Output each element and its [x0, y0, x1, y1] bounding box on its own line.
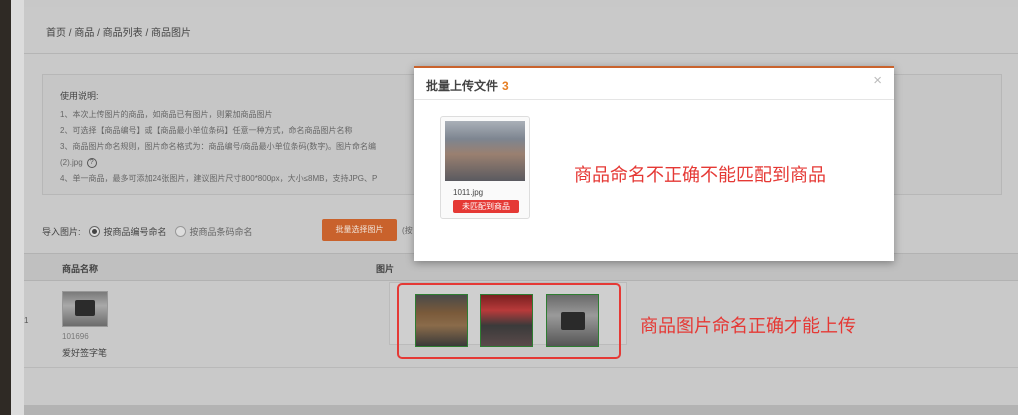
product-thumbnail — [62, 291, 108, 327]
breadcrumb: 首页 / 商品 / 商品列表 / 商品图片 — [46, 28, 192, 39]
batch-select-images-button[interactable]: 批量选择图片 — [322, 219, 397, 241]
uploaded-file-card[interactable]: 1011.jpg 未匹配到商品 — [440, 116, 530, 219]
radio-name-by-barcode[interactable]: 按商品条码命名 — [174, 225, 253, 238]
file-preview-image — [445, 121, 525, 181]
batch-tip: (按 — [402, 226, 413, 235]
import-row: 导入图片: 按商品编号命名 按商品条码命名 — [42, 219, 253, 243]
row-index: 1 — [24, 316, 29, 325]
annotation-text: 商品图片命名正确才能上传 — [640, 316, 856, 336]
radio-selected-icon[interactable] — [88, 225, 100, 237]
gutter — [11, 0, 24, 415]
highlight-box — [397, 283, 621, 359]
radio-name-by-code[interactable]: 按商品编号命名 — [88, 225, 167, 238]
batch-upload-dialog: 批量上传文件 3 × 1011.jpg 未匹配到商品 商品命名不正确不能匹配到商品 — [414, 66, 894, 261]
file-count: 3 — [502, 79, 509, 93]
product-code: 101696 — [62, 332, 89, 341]
dialog-title: 批量上传文件 3 — [426, 77, 509, 94]
import-label: 导入图片: — [42, 226, 81, 237]
dialog-header: 批量上传文件 3 × — [414, 68, 894, 100]
instructions-line-text: (2).jpg — [60, 158, 83, 167]
column-header-image: 图片 — [376, 264, 395, 274]
sidebar-edge — [0, 0, 11, 415]
status-badge: 未匹配到商品 — [453, 200, 519, 213]
radio-label: 按商品条码命名 — [189, 226, 253, 237]
column-header-name: 商品名称 — [62, 264, 99, 274]
footer-bar — [24, 405, 1018, 415]
divider — [24, 367, 1018, 368]
annotation-text: 商品命名不正确不能匹配到商品 — [574, 165, 826, 185]
radio-label: 按商品编号命名 — [103, 226, 167, 237]
radio-unselected-icon[interactable] — [174, 225, 186, 237]
file-name: 1011.jpg — [453, 188, 484, 197]
product-name: 爱好签字笔 — [62, 348, 108, 358]
question-circle-icon[interactable]: ? — [86, 157, 97, 168]
divider — [24, 53, 1018, 54]
dialog-title-text: 批量上传文件 — [426, 79, 499, 93]
close-icon[interactable]: × — [873, 72, 882, 89]
